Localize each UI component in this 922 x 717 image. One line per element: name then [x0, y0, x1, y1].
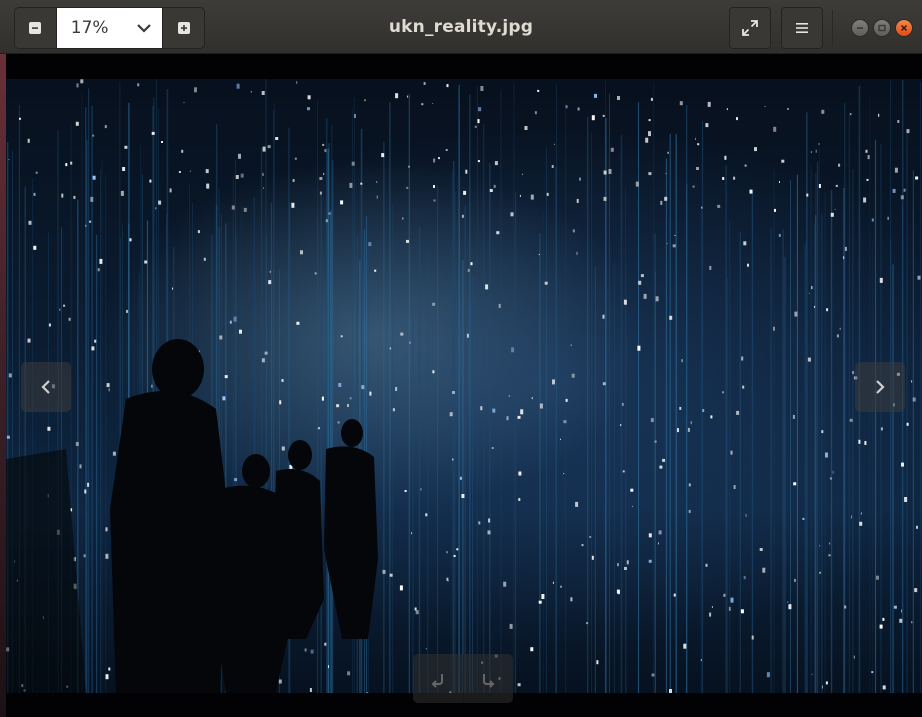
rotate-left-icon: [431, 673, 443, 688]
image-viewer-area[interactable]: [6, 54, 922, 717]
close-button[interactable]: [895, 19, 913, 37]
fullscreen-icon: [742, 20, 758, 36]
minimize-button[interactable]: [851, 19, 869, 37]
fullscreen-button[interactable]: [729, 7, 771, 49]
minus-icon: [29, 22, 42, 34]
menu-button[interactable]: [781, 7, 823, 49]
plus-icon: [177, 22, 190, 34]
next-image-button[interactable]: [855, 362, 905, 412]
header-bar: 17% ukn_reality.jpg: [0, 0, 922, 54]
maximize-button[interactable]: [873, 19, 891, 37]
previous-image-button[interactable]: [21, 362, 71, 412]
zoom-control: 17%: [14, 7, 205, 49]
minimize-icon: [857, 27, 863, 29]
close-icon: [900, 24, 908, 32]
displayed-photo[interactable]: [6, 79, 922, 693]
zoom-in-button[interactable]: [163, 8, 204, 48]
zoom-value: 17%: [70, 18, 109, 38]
zoom-level-field[interactable]: 17%: [55, 8, 164, 48]
rotate-right-icon: [483, 673, 495, 688]
zoom-out-button[interactable]: [15, 8, 56, 48]
rotate-right-button[interactable]: [464, 654, 514, 703]
rotate-left-button[interactable]: [413, 654, 464, 703]
maximize-icon: [878, 24, 886, 32]
chevron-left-icon: [41, 380, 50, 394]
rotate-controls: [413, 654, 513, 703]
chevron-down-icon[interactable]: [136, 22, 152, 34]
hamburger-menu-icon: [796, 23, 808, 33]
window-controls: [851, 19, 913, 37]
photo-scene: [6, 79, 922, 693]
header-separator: [832, 10, 833, 46]
chevron-right-icon: [876, 380, 885, 394]
